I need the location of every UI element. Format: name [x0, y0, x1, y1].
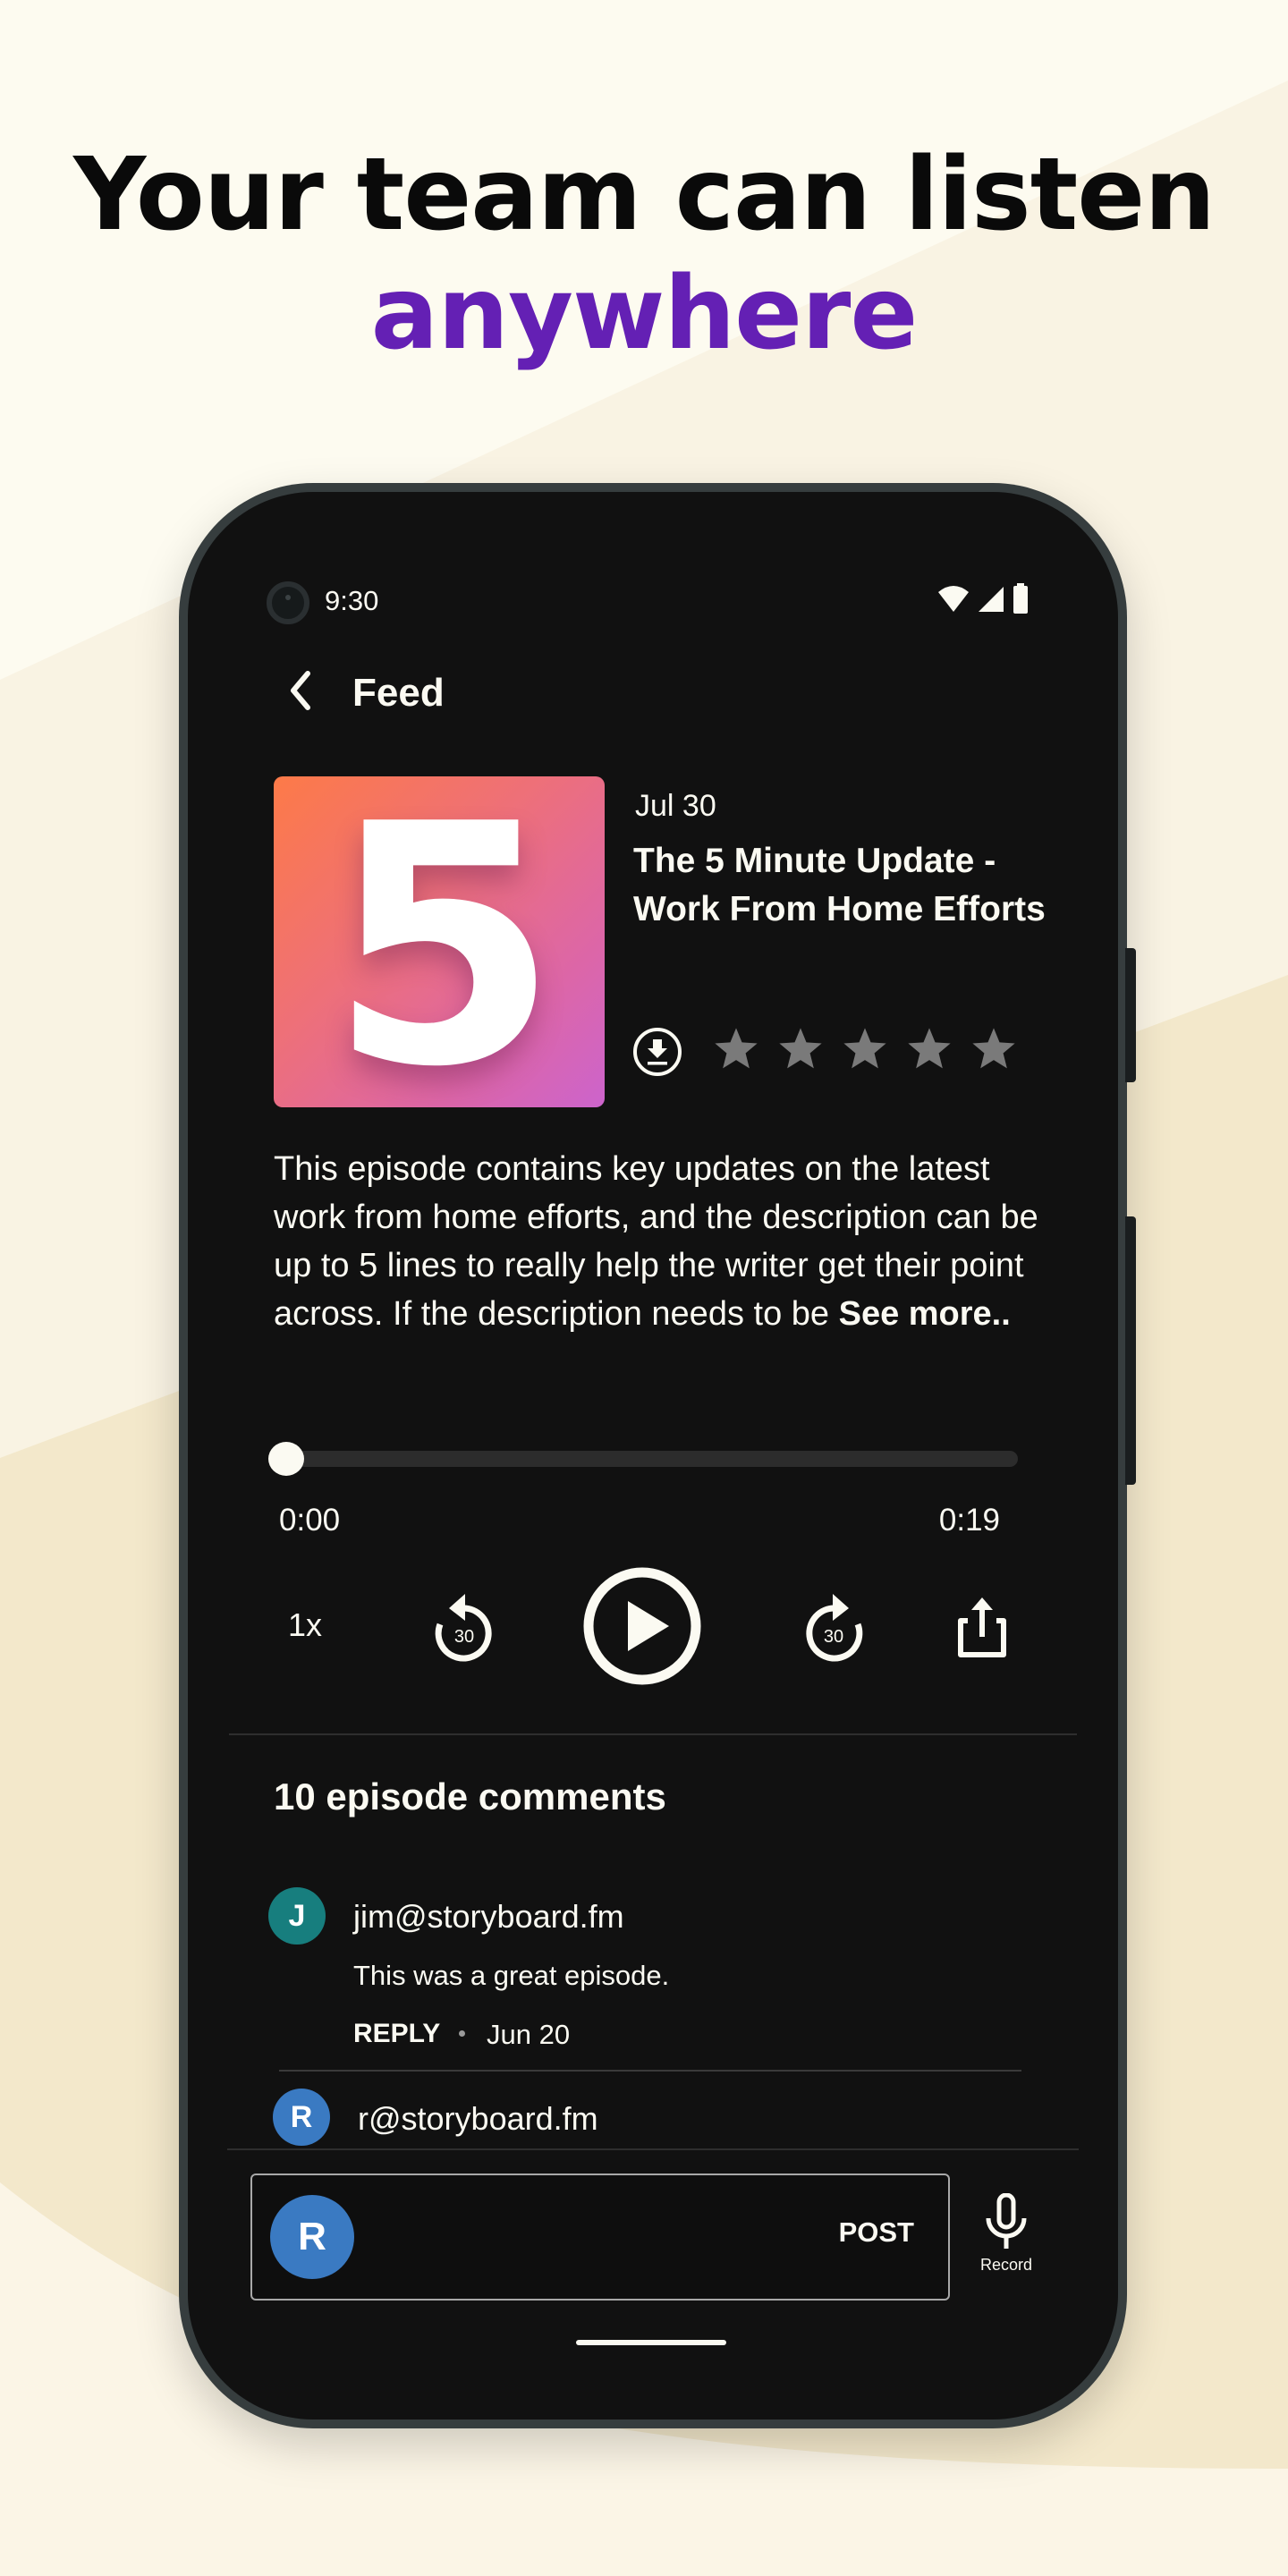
- see-more-link[interactable]: See more..: [839, 1295, 1011, 1333]
- playback-progress-bar[interactable]: [268, 1442, 1018, 1476]
- comment-composer[interactable]: R POST: [250, 2174, 950, 2301]
- comment-input[interactable]: [369, 2202, 798, 2274]
- headline-line-1: Your team can listen: [73, 137, 1216, 253]
- comment-divider: [279, 2070, 1021, 2072]
- back-button[interactable]: [277, 664, 322, 717]
- share-button[interactable]: [955, 1592, 1009, 1660]
- star-rating[interactable]: [712, 1025, 1018, 1073]
- episode-date: Jul 30: [635, 789, 716, 823]
- chevron-left-icon: [291, 671, 310, 710]
- progress-thumb[interactable]: [268, 1442, 304, 1476]
- separator-dot: [459, 2030, 465, 2037]
- star-empty-icon[interactable]: [841, 1025, 889, 1073]
- play-icon: [583, 1567, 701, 1685]
- share-icon: [958, 1597, 1006, 1657]
- avatar: R: [273, 2089, 330, 2146]
- record-button[interactable]: Record: [975, 2193, 1038, 2283]
- star-empty-icon[interactable]: [712, 1025, 760, 1073]
- comments-heading: 10 episode comments: [274, 1775, 666, 1818]
- total-time: 0:19: [938, 1503, 1000, 1538]
- signal-icon: [979, 587, 1004, 612]
- rewind-30-icon: 30: [435, 1594, 492, 1662]
- status-time: 9:30: [325, 585, 379, 616]
- page-title: Feed: [352, 671, 445, 715]
- episode-description: This episode contains key updates on the…: [274, 1145, 1043, 1338]
- front-camera: [267, 581, 309, 624]
- elapsed-time: 0:00: [279, 1503, 341, 1538]
- wifi-icon: [938, 586, 969, 612]
- forward-seconds-label: 30: [824, 1627, 843, 1647]
- promo-headline: Your team can listen anywhere: [0, 134, 1288, 375]
- star-empty-icon[interactable]: [776, 1025, 825, 1073]
- phone-volume-button: [1125, 1216, 1136, 1485]
- rewind-30-button[interactable]: 30: [428, 1583, 499, 1664]
- comment-date: Jun 20: [487, 2019, 571, 2050]
- play-button[interactable]: [581, 1565, 703, 1687]
- episode-artwork: 5: [274, 776, 605, 1107]
- home-indicator[interactable]: [576, 2340, 726, 2345]
- avatar: J: [268, 1887, 326, 1945]
- comment-author: r@storyboard.fm: [358, 2100, 598, 2137]
- forward-30-button[interactable]: 30: [799, 1583, 870, 1664]
- microphone-icon: [986, 2193, 1027, 2249]
- post-button[interactable]: POST: [839, 2216, 914, 2249]
- star-empty-icon[interactable]: [905, 1025, 953, 1073]
- phone-screen: 9:30 Feed 5 Jul 30 The 5 Minute Update -…: [188, 492, 1118, 2419]
- battery-icon: [1013, 583, 1028, 614]
- forward-30-icon: 30: [806, 1594, 863, 1662]
- comment-text: This was a great episode.: [353, 1960, 670, 1991]
- headline-line-2-accent: anywhere: [370, 255, 919, 372]
- playback-speed-button[interactable]: 1x: [288, 1606, 322, 1644]
- rewind-seconds-label: 30: [454, 1627, 474, 1647]
- section-divider: [229, 1733, 1077, 1735]
- reply-button[interactable]: REPLY: [353, 2019, 440, 2049]
- record-label: Record: [979, 2256, 1033, 2274]
- composer-divider: [227, 2148, 1079, 2150]
- download-button[interactable]: [632, 1027, 682, 1077]
- comment-author: jim@storyboard.fm: [353, 1898, 624, 1935]
- phone-frame: 9:30 Feed 5 Jul 30 The 5 Minute Update -…: [179, 483, 1136, 2428]
- download-circle-icon: [633, 1028, 682, 1076]
- artwork-number: 5: [328, 776, 558, 1107]
- current-user-avatar: R: [270, 2195, 354, 2279]
- episode-title: The 5 Minute Update - Work From Home Eff…: [633, 842, 1046, 928]
- phone-power-button: [1125, 948, 1136, 1082]
- status-icons: [937, 583, 1029, 614]
- star-empty-icon[interactable]: [970, 1025, 1018, 1073]
